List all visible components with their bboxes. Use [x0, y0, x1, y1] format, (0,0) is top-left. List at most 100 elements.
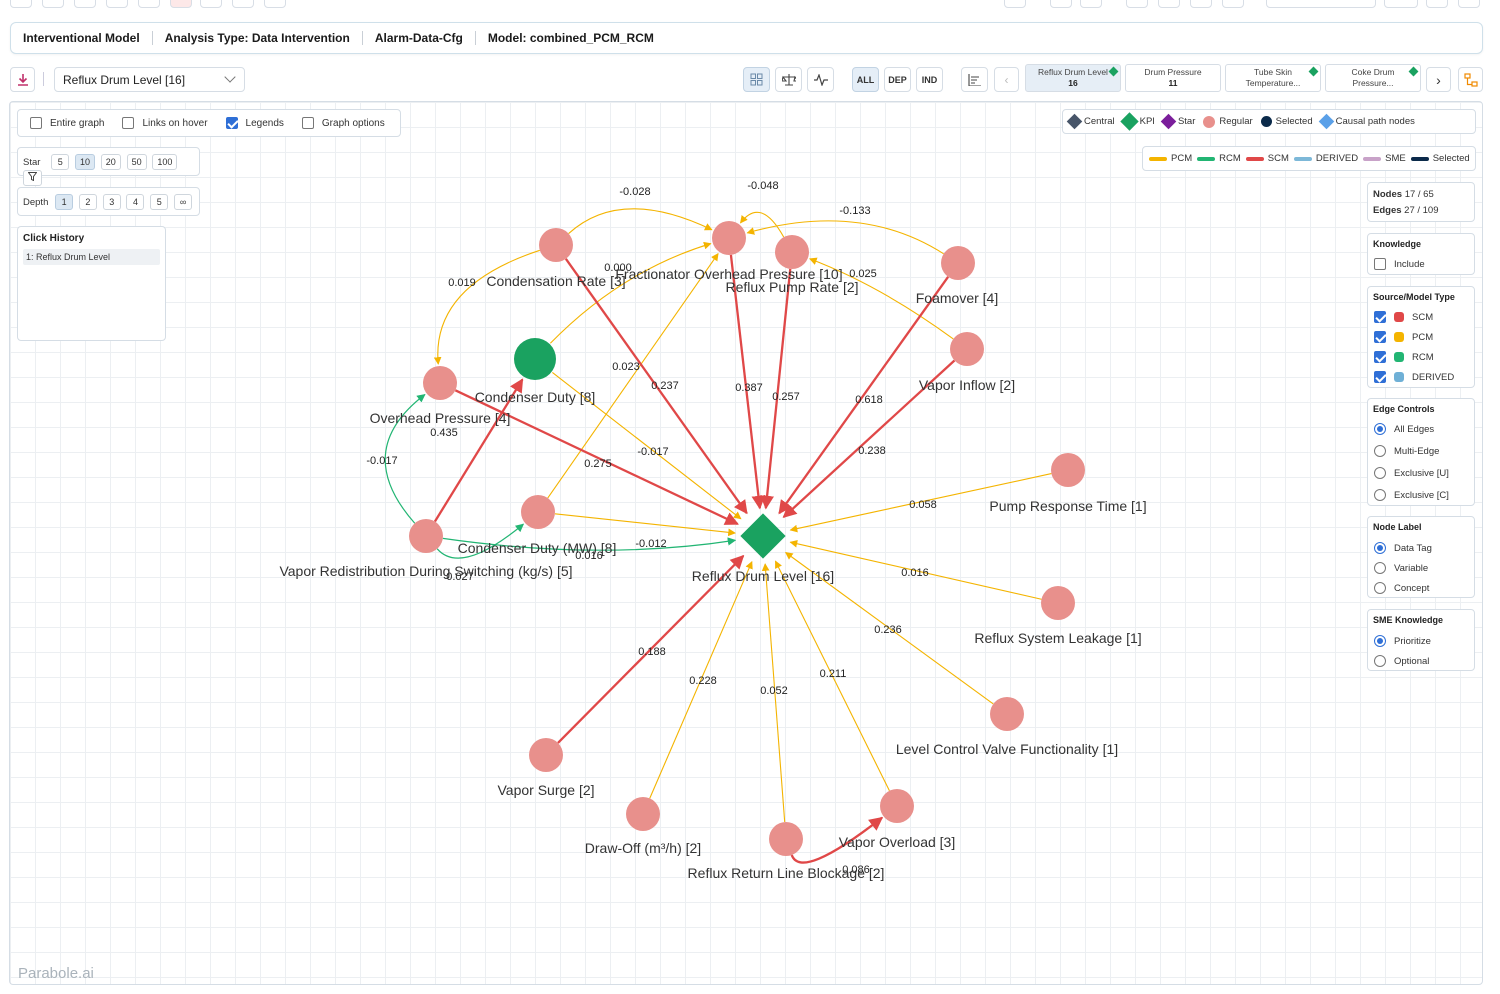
node-rsl[interactable] [1041, 586, 1075, 620]
depth-option-3[interactable]: 3 [102, 194, 121, 210]
star-option-20[interactable]: 20 [100, 154, 121, 170]
graph-options-checkbox[interactable] [301, 117, 314, 129]
click-history-item[interactable]: 1: Reflux Drum Level [23, 249, 160, 265]
edge-all-row[interactable]: All Edges [1374, 423, 1434, 435]
star-option-100[interactable]: 100 [152, 154, 178, 170]
balance-button[interactable] [775, 67, 802, 92]
knowledge-include-row[interactable]: Include [1374, 258, 1425, 270]
edge-multi-row[interactable]: Multi-Edge [1374, 445, 1439, 457]
scm-checkbox[interactable] [1374, 311, 1386, 323]
notification-icon[interactable] [1458, 0, 1480, 8]
node-label-variable-row[interactable]: Variable [1374, 562, 1428, 574]
user-menu[interactable] [1266, 0, 1376, 8]
depth-option-2[interactable]: 2 [78, 194, 97, 210]
optional-radio[interactable] [1374, 655, 1386, 667]
derived-checkbox[interactable] [1374, 371, 1386, 383]
edge-cdmw-fop[interactable] [547, 252, 719, 499]
star-option-50[interactable]: 50 [126, 154, 147, 170]
bookmark-icon[interactable] [1004, 0, 1026, 8]
grid-view-button[interactable] [743, 67, 770, 92]
target-tab-tube-skin-temperature[interactable]: Tube Skin Temperature... [1225, 64, 1321, 92]
concept-radio[interactable] [1374, 582, 1386, 594]
node-vs[interactable] [529, 738, 563, 772]
edge-exclusive-u-row[interactable]: Exclusive [U] [1374, 467, 1449, 479]
person-icon[interactable] [232, 0, 254, 8]
target-tab-coke-drum-pressure[interactable]: Coke Drum Pressure... [1325, 64, 1421, 92]
node-vrd[interactable] [409, 519, 443, 553]
legends-checkbox[interactable] [225, 117, 238, 129]
exclusive-u-radio[interactable] [1374, 467, 1386, 479]
node-fo[interactable] [941, 246, 975, 280]
node-vi[interactable] [950, 332, 984, 366]
clock-icon[interactable] [264, 0, 286, 8]
edge-cd-fop[interactable] [549, 241, 712, 344]
node-prt[interactable] [1051, 453, 1085, 487]
node-rpr[interactable] [775, 235, 809, 269]
multi-edge-radio[interactable] [1374, 445, 1386, 457]
layout-icon[interactable] [200, 0, 222, 8]
download-button[interactable] [10, 67, 35, 92]
brush-icon[interactable] [106, 0, 128, 8]
prev-target-button[interactable]: ‹ [994, 67, 1019, 92]
node-do[interactable] [626, 797, 660, 831]
redo-icon[interactable] [1080, 0, 1102, 8]
node-label-data-tag-row[interactable]: Data Tag [1374, 542, 1432, 554]
network-button[interactable] [1458, 67, 1483, 92]
edge-rpr-rdl[interactable] [760, 268, 792, 510]
undo-icon[interactable] [1050, 0, 1072, 8]
expand-icon[interactable] [1222, 0, 1244, 8]
target-node-select[interactable]: Reflux Drum Level [16] [54, 67, 245, 92]
data-tag-radio[interactable] [1374, 542, 1386, 554]
causal-graph[interactable]: -0.028 -0.048-0.1330.0190.000 0.0250.0230.… [10, 102, 1483, 985]
edge-rpr-fop[interactable] [740, 211, 785, 238]
source-derived-row[interactable]: DERIVED [1374, 371, 1454, 383]
target-tab-reflux-drum-level[interactable]: Reflux Drum Level 16 [1025, 64, 1121, 92]
node-fop[interactable] [712, 221, 746, 255]
edge-cr-fop[interactable] [568, 208, 713, 234]
node-lcv[interactable] [990, 697, 1024, 731]
sme-optional-row[interactable]: Optional [1374, 655, 1429, 667]
links-on-hover-checkbox[interactable] [122, 117, 135, 129]
node-vo[interactable] [880, 789, 914, 823]
star-option-10[interactable]: 10 [75, 154, 96, 170]
fit-icon[interactable] [1190, 0, 1212, 8]
source-pcm-row[interactable]: PCM [1374, 331, 1433, 343]
rcm-checkbox[interactable] [1374, 351, 1386, 363]
filter-button[interactable] [23, 170, 42, 186]
grid-icon[interactable] [10, 0, 32, 8]
depth-option-infinite[interactable]: ∞ [174, 194, 193, 210]
settings-icon[interactable] [1426, 0, 1448, 8]
node-rdl[interactable] [740, 513, 786, 559]
knowledge-include-checkbox[interactable] [1374, 258, 1386, 270]
node-op[interactable] [423, 366, 457, 400]
source-rcm-row[interactable]: RCM [1374, 351, 1434, 363]
depth-option-5[interactable]: 5 [150, 194, 169, 210]
zoom-in-icon[interactable] [1126, 0, 1148, 8]
edge-cdmw-rdl[interactable] [554, 513, 736, 537]
entire-graph-checkbox[interactable] [30, 117, 42, 129]
pcm-checkbox[interactable] [1374, 331, 1386, 343]
node-cdmw[interactable] [521, 495, 555, 529]
chart-icon[interactable] [42, 0, 64, 8]
depth-option-1[interactable]: 1 [55, 194, 74, 210]
sme-prioritize-row[interactable]: Prioritize [1374, 635, 1431, 647]
causal-graph-canvas[interactable]: -0.028 -0.048 -0.133 0.019 0.000 0.025 0.023 0.… [9, 101, 1483, 985]
target-icon[interactable] [170, 0, 192, 8]
scope-ind-button[interactable]: IND [916, 67, 943, 92]
refresh-icon[interactable] [74, 0, 96, 8]
target-tab-drum-pressure[interactable]: Drum Pressure 11 [1125, 64, 1221, 92]
scope-dep-button[interactable]: DEP [884, 67, 911, 92]
sliders-icon[interactable] [138, 0, 160, 8]
trend-button[interactable] [807, 67, 834, 92]
next-target-button[interactable]: › [1426, 67, 1451, 92]
node-cr[interactable] [539, 228, 573, 262]
edge-exclusive-c-row[interactable]: Exclusive [C] [1374, 489, 1449, 501]
all-edges-radio[interactable] [1374, 423, 1386, 435]
node-rrl[interactable] [769, 822, 803, 856]
zoom-out-icon[interactable] [1158, 0, 1180, 8]
node-cd[interactable] [514, 338, 556, 380]
star-option-5[interactable]: 5 [51, 154, 70, 170]
list-view-button[interactable] [961, 67, 988, 92]
source-scm-row[interactable]: SCM [1374, 311, 1433, 323]
exclusive-c-radio[interactable] [1374, 489, 1386, 501]
